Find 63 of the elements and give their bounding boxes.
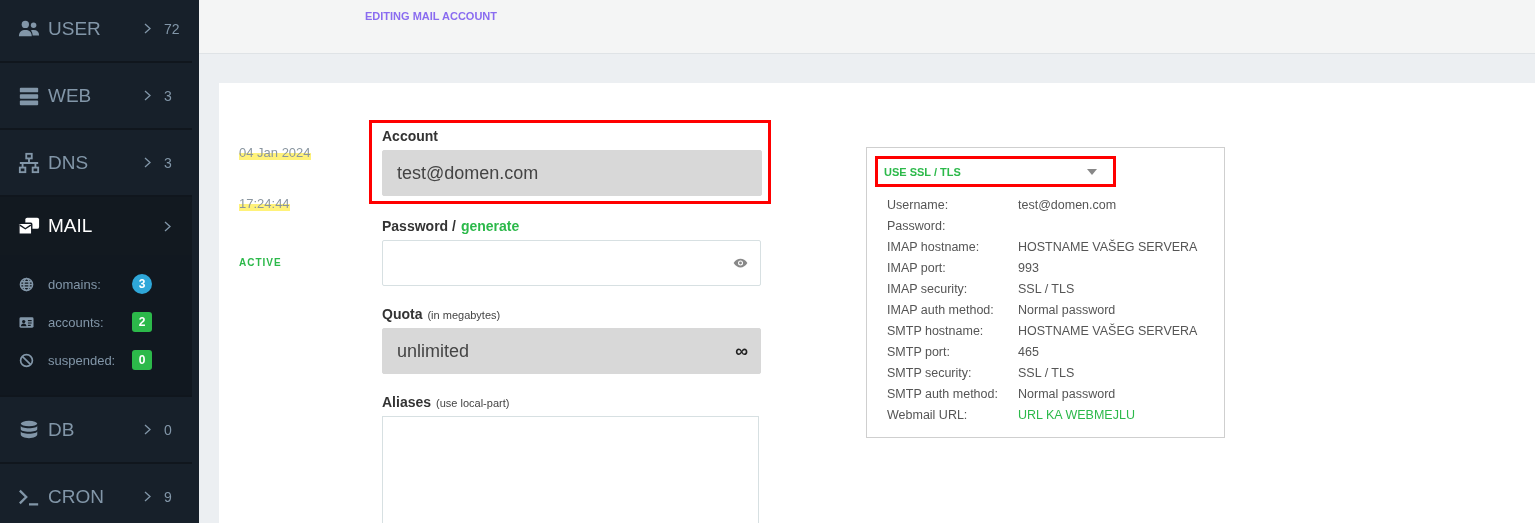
id-card-icon [19, 314, 34, 330]
sidebar-item[interactable]: USER 72 [0, 0, 192, 63]
submenu-item[interactable]: domains: 3 [0, 265, 192, 303]
field-label: Quota [382, 306, 423, 322]
caret-icon [1087, 168, 1097, 175]
info-value: SSL / TLS [1018, 365, 1076, 381]
info-label: IMAP auth method: [887, 302, 995, 318]
submenu-item[interactable]: suspended: 0 [0, 341, 192, 379]
globe-icon [19, 276, 34, 292]
chevron-icon [144, 424, 151, 435]
info-value: HOSTNAME VAŠEG SERVERA [1018, 323, 1199, 339]
network-icon [18, 151, 40, 174]
item-count: 0 [164, 421, 173, 438]
date-text: 04 Jan 2024 [239, 145, 311, 160]
aliases-field[interactable] [382, 416, 759, 523]
page-title: EDITING MAIL ACCOUNT [365, 10, 497, 22]
field-label: Aliases [382, 394, 432, 410]
chevron-icon [144, 90, 151, 101]
sidebar-item[interactable]: DB 0 [0, 397, 192, 464]
count-badge: 3 [132, 274, 152, 294]
info-label: Webmail URL: [887, 407, 969, 423]
info-label: SMTP security: [887, 365, 973, 381]
sidebar-item[interactable]: CRON 9 [0, 464, 192, 523]
info-value: 993 [1018, 260, 1040, 276]
chevron-icon [144, 157, 151, 168]
info-value: HOSTNAME VAŠEG SERVERA [1018, 239, 1199, 255]
info-label: Password: [887, 218, 947, 234]
password-field[interactable] [382, 240, 761, 286]
info-label: SMTP auth method: [887, 386, 999, 402]
field-hint: (use local-part) [436, 397, 510, 409]
submenu-item[interactable]: accounts: 2 [0, 303, 192, 341]
item-count: 72 [164, 20, 181, 37]
ban-icon [19, 352, 34, 368]
info-label: IMAP security: [887, 281, 969, 297]
mail-icon [18, 215, 40, 237]
chevron-icon [144, 23, 151, 34]
info-value: Normal password [1018, 386, 1117, 402]
chevron-icon [144, 491, 151, 502]
info-label: SMTP port: [887, 344, 951, 360]
chevron-icon [164, 220, 171, 232]
info-label: IMAP hostname: [887, 239, 981, 255]
info-value: SSL / TLS [1018, 281, 1076, 297]
info-label: Username: [887, 197, 950, 213]
info-value: 465 [1018, 344, 1040, 360]
item-count: 3 [164, 87, 173, 104]
count-badge: 0 [132, 350, 152, 370]
time-text: 17:24:44 [239, 196, 290, 211]
sidebar-item[interactable]: WEB 3 [0, 63, 192, 130]
field-label: Password / [382, 218, 456, 234]
sidebar-item[interactable]: MAIL [0, 197, 192, 255]
item-count: 9 [164, 488, 173, 505]
eye-icon[interactable] [733, 258, 748, 268]
infinity-symbol: ∞ [735, 340, 748, 362]
field-hint: (in megabytes) [427, 309, 501, 321]
database-icon [18, 418, 40, 441]
count-badge: 2 [132, 312, 152, 332]
item-count: 3 [164, 154, 173, 171]
info-value: Normal password [1018, 302, 1117, 318]
field-label: Account [382, 128, 439, 144]
info-value: test@domen.com [1018, 197, 1118, 213]
info-label: IMAP port: [887, 260, 947, 276]
info-label: SMTP hostname: [887, 323, 985, 339]
status-text: ACTIVE [239, 257, 282, 268]
